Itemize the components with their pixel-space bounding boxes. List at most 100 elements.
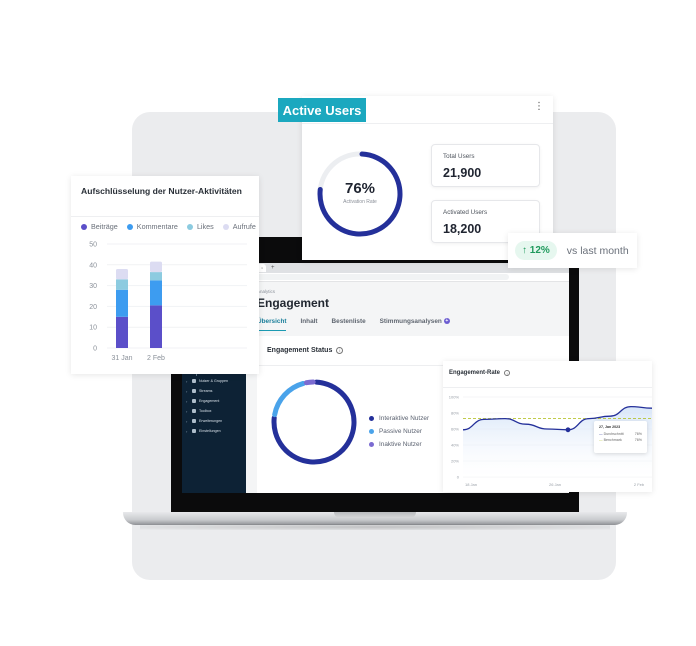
x-tick-label: 26 Jan — [549, 482, 561, 487]
legend-swatch — [369, 416, 374, 421]
user-activity-title: Aufschlüsselung der Nutzer-Aktivitäten — [81, 186, 242, 196]
y-tick-label: 10 — [89, 325, 97, 332]
sidebar-item-users-groups[interactable]: › Nutzer & Gruppen — [182, 376, 246, 386]
y-tick-label: 0 — [457, 475, 460, 480]
legend-label: Aufrufe — [232, 222, 256, 231]
legend-item: Passive Nutzer — [369, 425, 429, 438]
trend-card: ↑ 12% vs last month — [508, 233, 637, 268]
bar-segment — [116, 279, 128, 290]
bar-segment — [150, 305, 162, 348]
y-tick-label: 20% — [451, 459, 459, 464]
chevron-right-icon: › — [186, 398, 188, 404]
laptop-notch — [334, 512, 416, 518]
y-tick-label: 40% — [451, 443, 459, 448]
tooltip-date: 27, Jan 2023 — [599, 425, 621, 429]
legend-label: Beiträge — [91, 222, 118, 231]
legend-item: Interaktive Nutzer — [369, 412, 429, 425]
y-tick-label: 40 — [89, 262, 97, 269]
bar-segment — [116, 289, 128, 317]
legend-swatch — [126, 223, 133, 230]
settings-icon — [192, 429, 196, 433]
user-activity-card: Aufschlüsselung der Nutzer-Aktivitäten B… — [71, 176, 259, 374]
breadcrumb[interactable]: Analytics — [257, 289, 569, 294]
user-activity-bar-chart: 0 10 20 30 40 50 31 Jan 2 Feb — [89, 242, 247, 362]
total-users-label: Total Users — [443, 153, 475, 160]
page-title: Engagement — [257, 296, 330, 310]
streams-icon — [192, 389, 196, 393]
y-tick-label: 0 — [93, 346, 97, 353]
sidebar-item-label: Streams — [199, 389, 213, 393]
info-icon[interactable]: i — [336, 347, 344, 354]
divider — [302, 123, 553, 124]
tab-sentiment[interactable]: Stimmungsanalysen + — [380, 318, 450, 331]
x-tick-label: 18 Jan — [465, 482, 477, 487]
y-tick-label: 100% — [449, 395, 460, 400]
activation-rate-value: 76% — [344, 180, 376, 197]
activation-rate-label: Activation Rate — [343, 199, 377, 205]
tab-bar: Übersicht Inhalt Bestenliste Stimmungsan… — [257, 318, 569, 331]
bar-segment — [150, 272, 162, 281]
sidebar-item-settings[interactable]: › Einstellungen — [182, 426, 246, 436]
activated-users-label: Activated Users — [443, 209, 488, 216]
y-tick-label: 80% — [451, 411, 459, 416]
plus-badge-icon: + — [443, 318, 450, 325]
sidebar-item-label: Toolbox — [199, 409, 212, 413]
more-vertical-icon[interactable]: ⋮ — [534, 102, 544, 112]
donut-slice — [303, 379, 316, 386]
chevron-right-icon: › — [186, 378, 188, 384]
tab-content[interactable]: Inhalt — [300, 318, 317, 331]
sidebar-item-label: Einstellungen — [199, 429, 221, 433]
donut-slice — [272, 380, 306, 418]
legend-item: Inaktive Nutzer — [369, 438, 429, 451]
legend-label: Likes — [196, 222, 214, 231]
tooltip-label: Benchmark — [603, 438, 622, 442]
engagement-status-legend: Interaktive Nutzer Passive Nutzer Inakti… — [369, 412, 429, 451]
sidebar-item-label: Nutzer & Gruppen — [199, 379, 228, 383]
legend-item[interactable]: Kommentare — [126, 222, 178, 231]
new-tab-button[interactable]: + — [271, 265, 275, 271]
legend-item[interactable]: Aufrufe — [222, 222, 256, 231]
legend-label: Interaktive Nutzer — [379, 415, 430, 422]
tab-leaderboard[interactable]: Bestenliste — [332, 318, 366, 331]
toolbox-icon — [192, 409, 196, 413]
user-activity-legend: Beiträge Kommentare Likes Aufrufe — [81, 222, 256, 231]
legend-swatch — [186, 223, 193, 230]
divider — [71, 216, 259, 217]
chevron-right-icon: › — [186, 428, 188, 434]
chevron-right-icon: › — [186, 408, 188, 414]
engagement-rate-title: Engagement-Rate — [449, 370, 501, 376]
chat-icon — [192, 399, 196, 403]
total-users-value: 21,900 — [443, 166, 482, 180]
highlight-point[interactable] — [565, 427, 571, 433]
y-tick-label: 50 — [89, 242, 97, 249]
legend-item[interactable]: Beiträge — [81, 222, 118, 231]
total-users-box: Total Users 21,900 — [431, 144, 540, 187]
tooltip-value: 76% — [634, 432, 642, 436]
tooltip-row: — Benchmark 76% — [599, 438, 642, 442]
sidebar-item-toolbox[interactable]: › Toolbox — [182, 406, 246, 416]
tooltip-value: 76% — [634, 438, 642, 442]
legend-swatch — [81, 223, 87, 230]
sidebar-item-engagement[interactable]: › Engagement — [182, 396, 246, 406]
legend-swatch — [369, 442, 374, 447]
engagement-rate-header: Engagement-Rate i — [449, 370, 511, 376]
x-tick-label: 2 Feb — [147, 355, 165, 362]
legend-item[interactable]: Likes — [186, 222, 214, 231]
active-users-title: Active Users — [278, 98, 366, 122]
info-icon[interactable]: i — [504, 370, 511, 376]
bar-segment — [116, 268, 128, 280]
y-tick-label: 60% — [451, 427, 459, 432]
trend-text: vs last month — [566, 244, 629, 257]
tab-close-icon[interactable]: × — [261, 266, 263, 270]
sidebar-item-extensions[interactable]: › Erweiterungen — [182, 416, 246, 426]
x-tick-label: 31 Jan — [111, 355, 132, 362]
sidebar-item-label: Engagement — [199, 399, 220, 403]
sidebar-item-label: Erweiterungen — [199, 419, 223, 423]
tooltip-label: Durchschnitt — [603, 432, 624, 436]
legend-label: Inaktive Nutzer — [379, 441, 422, 448]
sidebar-item-streams[interactable]: › Streams — [182, 386, 246, 396]
bar-segment — [116, 316, 128, 348]
tab-overview[interactable]: Übersicht — [257, 318, 287, 331]
chart-tooltip: 27, Jan 2023 — Durchschnitt 76% — Benchma… — [594, 421, 647, 453]
y-tick-label: 30 — [89, 283, 97, 290]
